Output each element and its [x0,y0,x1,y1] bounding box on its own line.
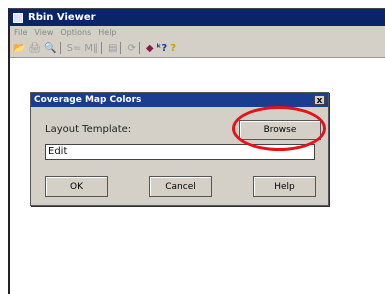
open-folder-icon[interactable]: 📂 [13,41,25,55]
toolbar-separator [138,42,140,54]
ok-button[interactable]: OK [45,176,108,197]
toolbar-separator [100,42,102,54]
menu-help[interactable]: Help [98,28,116,37]
app-icon [13,12,23,23]
whats-this-icon[interactable]: ᵏ? [157,41,168,55]
menu-view[interactable]: View [34,28,53,37]
bar-chart-icon[interactable]: M‖ [84,41,98,55]
dialog-title-bar: Coverage Map Colors x [31,93,328,107]
layout-template-label: Layout Template: [45,124,132,135]
toolbar: 📂 🖨 🔍 S= M‖ ▤ ⟳ ◆ ᵏ? ? [10,39,385,58]
save-icon[interactable]: ▤ [108,41,117,55]
window-title: Rbin Viewer [28,12,96,23]
map-book-icon[interactable]: ◆ [146,41,154,55]
menu-file[interactable]: File [14,28,27,37]
title-bar: Rbin Viewer [10,9,385,26]
close-icon[interactable]: x [314,95,325,106]
print-icon[interactable]: 🖨 [28,41,41,55]
print-preview-icon[interactable]: 🔍 [44,41,56,55]
help-question-icon[interactable]: ? [170,41,176,55]
cancel-button[interactable]: Cancel [149,176,212,197]
highlight-circle [232,106,326,151]
menu-bar: File View Options Help [10,26,385,39]
refresh-icon[interactable]: ⟳ [127,41,135,55]
toolbar-separator [120,42,122,54]
menu-options[interactable]: Options [60,28,91,37]
dialog-title: Coverage Map Colors [34,95,142,105]
toolbar-separator [59,42,61,54]
sort-icon[interactable]: S= [67,41,82,55]
help-button[interactable]: Help [253,176,316,197]
